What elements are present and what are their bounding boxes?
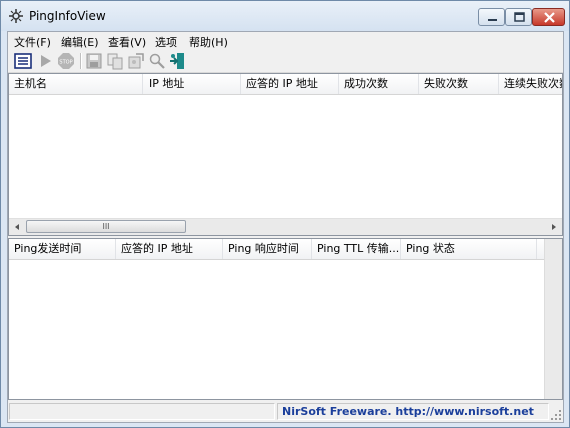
menu-edit[interactable]: 编辑(E) [61,34,99,50]
column-consecutive-failed[interactable]: 连续失败次数 [499,74,562,94]
minimize-button[interactable] [478,8,505,26]
stop-icon[interactable]: STOP [57,52,75,70]
ping-history-list[interactable]: Ping发送时间 应答的 IP 地址 Ping 响应时间 Ping TTL 传输… [8,238,563,400]
maximize-icon [514,12,525,22]
client-area: 文件(F) 编辑(E) 查看(V) 选项 帮助(H) STOP 主机名 IP 地… [7,31,564,423]
maximize-button[interactable] [505,8,532,26]
menu-help[interactable]: 帮助(H) [189,34,228,50]
column-ip-address[interactable]: IP 地址 [143,74,241,94]
start-icon[interactable] [36,52,54,70]
menu-file[interactable]: 文件(F) [14,34,51,50]
toolbar-separator [80,53,82,69]
scroll-thumb[interactable]: III [26,220,186,233]
column-reply-ip[interactable]: 应答的 IP 地址 [241,74,339,94]
app-icon [9,9,23,23]
menu-view[interactable]: 查看(V) [108,34,146,50]
menu-bar: 文件(F) 编辑(E) 查看(V) 选项 帮助(H) [8,32,563,50]
close-button[interactable] [532,8,565,26]
column-success-count[interactable]: 成功次数 [339,74,419,94]
find-icon[interactable] [148,52,166,70]
column-ping-time[interactable]: Ping发送时间 [9,239,116,259]
resize-grip-icon[interactable] [549,408,563,422]
scroll-right-icon[interactable] [546,219,562,235]
html-report-icon[interactable] [127,52,145,70]
column-failed-count[interactable]: 失败次数 [419,74,499,94]
ping-history-vscrollbar[interactable] [544,239,562,399]
window-title: PingInfoView [29,9,106,23]
ping-history-header: Ping发送时间 应答的 IP 地址 Ping 响应时间 Ping TTL 传输… [9,239,562,260]
host-list[interactable]: 主机名 IP 地址 应答的 IP 地址 成功次数 失败次数 连续失败次数 III [8,73,563,236]
save-icon[interactable] [85,52,103,70]
nirsoft-link[interactable]: NirSoft Freeware. http://www.nirsoft.net [282,405,534,418]
svg-text:STOP: STOP [59,60,72,66]
host-list-hscrollbar[interactable]: III [9,218,562,235]
scroll-left-icon[interactable] [9,219,25,235]
column-ping-status[interactable]: Ping 状态 [401,239,537,259]
minimize-icon [488,19,497,21]
copy-icon[interactable] [106,52,124,70]
exit-icon[interactable] [168,52,186,70]
status-cell-info [9,403,275,420]
menu-options[interactable]: 选项 [155,34,177,50]
column-response-time[interactable]: Ping 响应时间 [223,239,312,259]
properties-icon[interactable] [14,52,32,70]
title-bar[interactable]: PingInfoView [1,1,569,31]
host-list-header: 主机名 IP 地址 应答的 IP 地址 成功次数 失败次数 连续失败次数 [9,74,562,95]
status-bar: NirSoft Freeware. http://www.nirsoft.net [8,402,563,422]
toolbar: STOP [8,50,563,73]
column-host-name[interactable]: 主机名 [9,74,143,94]
column-reply-ip[interactable]: 应答的 IP 地址 [116,239,223,259]
close-icon [544,12,555,23]
app-window: PingInfoView 文件(F) 编辑(E) 查看(V) 选项 帮助(H) [0,0,570,428]
column-ttl[interactable]: Ping TTL 传输... [312,239,401,259]
